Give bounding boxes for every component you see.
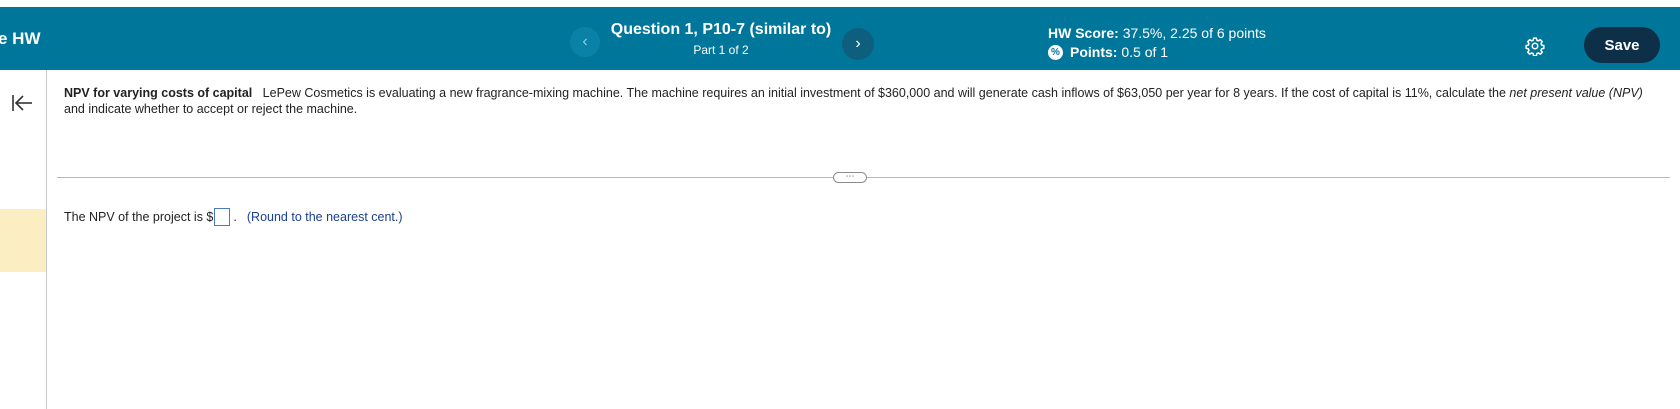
previous-question-button[interactable]: ‹ — [570, 27, 600, 57]
part-label: Part 1 of 2 — [693, 43, 749, 57]
chevron-left-icon: ‹ — [582, 33, 588, 50]
hw-title: e HW — [0, 29, 41, 48]
partial-credit-icon: % — [1048, 44, 1063, 60]
question-italic-term: net present value (NPV) — [1509, 86, 1643, 100]
next-question-button[interactable]: › — [842, 28, 874, 60]
points-value: 0.5 of 1 — [1121, 44, 1169, 60]
gear-icon[interactable] — [1525, 36, 1545, 56]
sidebar-current-question-marker[interactable] — [0, 209, 46, 272]
answer-row: The NPV of the project is $ . (Round to … — [64, 208, 403, 226]
question-title-bold: NPV for varying costs of capital — [64, 86, 253, 100]
expand-more-button[interactable]: ⋯ — [833, 172, 867, 183]
question-title: Question 1, P10-7 (similar to) — [610, 21, 832, 38]
answer-prefix: The NPV of the project is $ — [64, 210, 214, 224]
top-strip — [0, 0, 1680, 7]
question-heading: Question 1, P10-7 (similar to) Part 1 of… — [600, 21, 842, 57]
question-points: % Points: 0.5 of 1 — [1048, 44, 1168, 60]
question-text: NPV for varying costs of capital LePew C… — [64, 85, 1664, 117]
left-sidebar — [0, 70, 47, 409]
save-button[interactable]: Save — [1584, 27, 1660, 63]
hw-score-label: HW Score: — [1048, 25, 1119, 41]
question-body: LePew Cosmetics is evaluating a new frag… — [262, 86, 1510, 100]
hw-score: HW Score: 37.5%, 2.25 of 6 points — [1048, 25, 1266, 41]
chevron-right-icon: › — [855, 35, 861, 52]
header-bar: e HW ‹ Question 1, P10-7 (similar to) Pa… — [0, 7, 1680, 70]
question-body-end: and indicate whether to accept or reject… — [64, 102, 358, 116]
hw-score-value: 37.5%, 2.25 of 6 points — [1122, 25, 1266, 41]
collapse-left-icon[interactable] — [10, 92, 34, 114]
rounding-hint: (Round to the nearest cent.) — [246, 210, 403, 224]
answer-suffix: . — [233, 210, 237, 224]
points-label: Points: — [1070, 44, 1118, 60]
npv-answer-input[interactable] — [214, 208, 231, 226]
